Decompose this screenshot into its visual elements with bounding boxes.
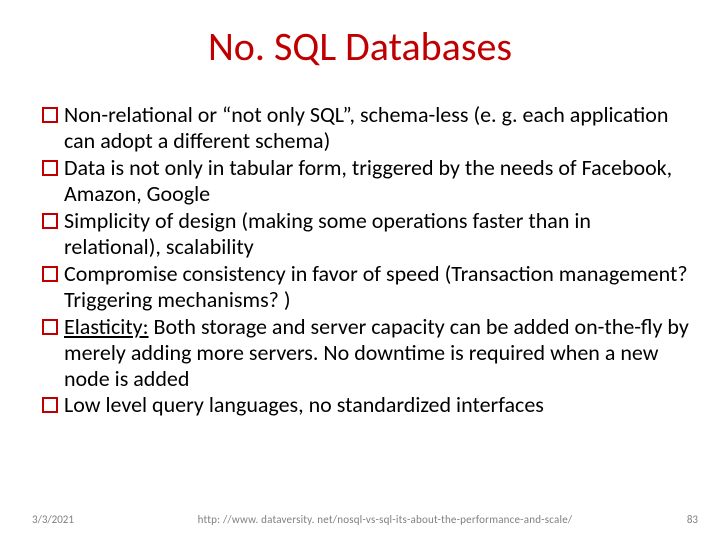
slide-title: No. SQL Databases bbox=[0, 22, 720, 71]
checkbox-icon bbox=[42, 397, 58, 413]
underlined-term: Elasticity: bbox=[64, 313, 149, 340]
checkbox-icon bbox=[42, 107, 58, 123]
list-item: Simplicity of design (making some operat… bbox=[42, 208, 690, 260]
slide: No. SQL Databases Non-relational or “not… bbox=[0, 0, 720, 540]
checkbox-icon bbox=[42, 160, 58, 176]
list-item: Low level query languages, no standardiz… bbox=[42, 392, 690, 418]
footer-source: http: //www. dataversity. net/nosql-vs-s… bbox=[130, 513, 640, 526]
bullet-text: Compromise consistency in favor of speed… bbox=[64, 261, 690, 313]
checkbox-icon bbox=[42, 213, 58, 229]
page-number: 83 bbox=[687, 513, 698, 526]
bullet-text-rest: Both storage and server capacity can be … bbox=[64, 313, 689, 392]
list-item: Data is not only in tabular form, trigge… bbox=[42, 155, 690, 207]
list-item: Non-relational or “not only SQL”, schema… bbox=[42, 102, 690, 154]
slide-footer: 3/3/2021 http: //www. dataversity. net/n… bbox=[0, 508, 720, 526]
bullet-text: Data is not only in tabular form, trigge… bbox=[64, 155, 690, 207]
bullet-list: Non-relational or “not only SQL”, schema… bbox=[42, 102, 690, 419]
list-item: Compromise consistency in favor of speed… bbox=[42, 261, 690, 313]
list-item: Elasticity: Both storage and server capa… bbox=[42, 314, 690, 392]
checkbox-icon bbox=[42, 266, 58, 282]
footer-date: 3/3/2021 bbox=[32, 513, 74, 526]
bullet-text: Simplicity of design (making some operat… bbox=[64, 208, 690, 260]
bullet-text: Low level query languages, no standardiz… bbox=[64, 392, 690, 418]
checkbox-icon bbox=[42, 319, 58, 335]
bullet-text: Elasticity: Both storage and server capa… bbox=[64, 314, 690, 392]
bullet-text: Non-relational or “not only SQL”, schema… bbox=[64, 102, 690, 154]
